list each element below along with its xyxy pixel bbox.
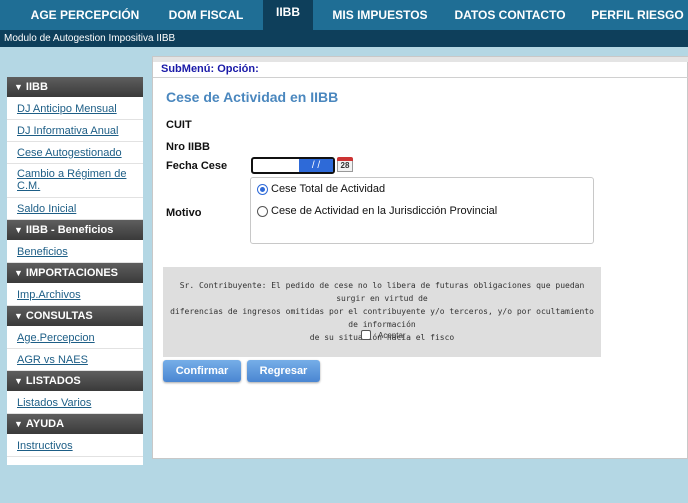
sidebar-item-imp-archivos[interactable]: Imp.Archivos bbox=[7, 284, 143, 306]
top-navigation: AGE PERCEPCIÓN DOM FISCAL IIBB MIS IMPUE… bbox=[0, 0, 688, 30]
sidebar-section-title: IIBB - Beneficios bbox=[25, 224, 114, 236]
fecha-cese-label: Fecha Cese bbox=[166, 160, 228, 172]
sidebar-section-importaciones[interactable]: ▼ IMPORTACIONES bbox=[7, 263, 143, 284]
motivo-option-cese-total[interactable]: Cese Total de Actividad bbox=[257, 183, 385, 195]
module-subtitle: Modulo de Autogestion Impositiva IIBB bbox=[0, 30, 688, 47]
nro-iibb-label: Nro IIBB bbox=[166, 141, 210, 153]
divider bbox=[153, 77, 688, 78]
sidebar-section-title: IIBB bbox=[25, 81, 48, 93]
fecha-cese-input[interactable]: / / bbox=[251, 157, 335, 174]
sidebar-item-instructivos[interactable]: Instructivos bbox=[7, 435, 143, 457]
sidebar-item-age-percepcion[interactable]: Age.Percepcion bbox=[7, 327, 143, 349]
collapse-triangle-icon: ▼ bbox=[14, 419, 23, 429]
nav-tab-iibb[interactable]: IIBB bbox=[263, 0, 313, 30]
collapse-triangle-icon: ▼ bbox=[14, 376, 23, 386]
accept-row: Aceptar bbox=[361, 330, 406, 340]
nav-tab-datos-contacto[interactable]: DATOS CONTACTO bbox=[447, 0, 573, 30]
sidebar-item-cese-autogestionado[interactable]: Cese Autogestionado bbox=[7, 142, 143, 164]
nav-tab-mis-impuestos[interactable]: MIS IMPUESTOS bbox=[325, 0, 435, 30]
accept-checkbox[interactable] bbox=[361, 330, 371, 340]
calendar-icon[interactable]: 28 bbox=[337, 157, 353, 172]
notice-line: Sr. Contribuyente: El pedido de cese no … bbox=[179, 281, 585, 303]
submenu-label: SubMenú: Opción: bbox=[161, 63, 259, 75]
confirm-button[interactable]: Confirmar bbox=[163, 360, 241, 382]
sidebar-section-title: CONSULTAS bbox=[25, 310, 93, 322]
sidebar-item-agr-vs-naes[interactable]: AGR vs NAES bbox=[7, 349, 143, 371]
nav-tab-dom-fiscal[interactable]: DOM FISCAL bbox=[158, 0, 254, 30]
sidebar-item-saldo-inicial[interactable]: Saldo Inicial bbox=[7, 198, 143, 220]
back-button[interactable]: Regresar bbox=[247, 360, 320, 382]
page-title: Cese de Actividad en IIBB bbox=[166, 89, 339, 105]
radio-button[interactable] bbox=[257, 205, 268, 217]
nav-tab-perfil-riesgo[interactable]: PERFIL RIESGO bbox=[587, 0, 688, 30]
calendar-day: 28 bbox=[337, 161, 353, 172]
sidebar-item-dj-anticipo-mensual[interactable]: DJ Anticipo Mensual bbox=[7, 98, 143, 120]
sidebar-section-iibb-beneficios[interactable]: ▼ IIBB - Beneficios bbox=[7, 220, 143, 241]
date-selection: / / bbox=[299, 159, 333, 172]
sidebar-item-cambio-regimen-cm[interactable]: Cambio a Régimen de C.M. bbox=[7, 164, 143, 198]
radio-label: Cese de Actividad en la Jurisdicción Pro… bbox=[271, 205, 498, 217]
motivo-label: Motivo bbox=[166, 207, 202, 219]
collapse-triangle-icon: ▼ bbox=[14, 268, 23, 278]
notice-box: Sr. Contribuyente: El pedido de cese no … bbox=[163, 267, 601, 357]
collapse-triangle-icon: ▼ bbox=[14, 225, 23, 235]
nav-tab-age-percepcion[interactable]: AGE PERCEPCIÓN bbox=[22, 0, 148, 30]
sidebar-section-consultas[interactable]: ▼ CONSULTAS bbox=[7, 306, 143, 327]
sidebar: ▼ IIBB DJ Anticipo Mensual DJ Informativa… bbox=[7, 77, 143, 465]
sidebar-section-title: IMPORTACIONES bbox=[25, 267, 118, 279]
sidebar-section-title: AYUDA bbox=[25, 418, 65, 430]
sidebar-section-iibb[interactable]: ▼ IIBB bbox=[7, 77, 143, 98]
cuit-label: CUIT bbox=[166, 119, 192, 131]
radio-button-checked[interactable] bbox=[257, 183, 268, 195]
accept-label: Aceptar bbox=[378, 330, 406, 340]
sidebar-item-beneficios[interactable]: Beneficios bbox=[7, 241, 143, 263]
motivo-option-cese-jurisdiccion[interactable]: Cese de Actividad en la Jurisdicción Pro… bbox=[257, 205, 497, 217]
sidebar-section-title: LISTADOS bbox=[25, 375, 81, 387]
collapse-triangle-icon: ▼ bbox=[14, 311, 23, 321]
collapse-triangle-icon: ▼ bbox=[14, 82, 23, 92]
main-panel: SubMenú: Opción: Cese de Actividad en II… bbox=[152, 56, 688, 459]
sidebar-item-listados-varios[interactable]: Listados Varios bbox=[7, 392, 143, 414]
sidebar-item-dj-informativa-anual[interactable]: DJ Informativa Anual bbox=[7, 120, 143, 142]
panel-top-strip bbox=[153, 57, 688, 62]
sidebar-section-ayuda[interactable]: ▼ AYUDA bbox=[7, 414, 143, 435]
notice-line: diferencias de ingresos omitidas por el … bbox=[170, 307, 594, 329]
motivo-options-group: Cese Total de Actividad Cese de Activida… bbox=[250, 177, 594, 244]
radio-label: Cese Total de Actividad bbox=[271, 183, 386, 195]
sidebar-section-listados[interactable]: ▼ LISTADOS bbox=[7, 371, 143, 392]
